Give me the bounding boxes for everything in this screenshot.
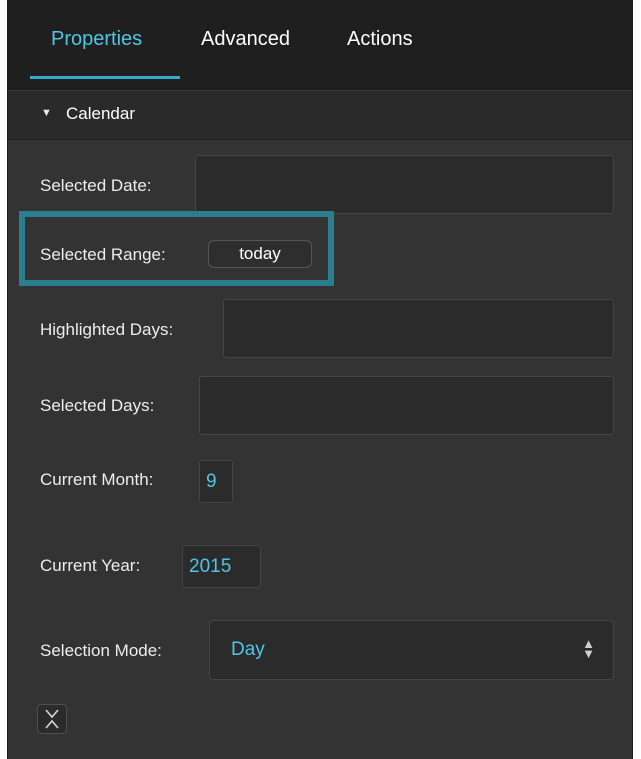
active-tab-indicator xyxy=(30,76,180,79)
collapse-icon xyxy=(45,709,59,729)
selection-mode-select[interactable]: Day ▲ ▼ xyxy=(209,620,614,680)
highlighted-days-label: Highlighted Days: xyxy=(40,320,174,339)
selected-days-input[interactable] xyxy=(199,376,614,435)
selected-date-label: Selected Date: xyxy=(40,176,152,195)
properties-panel: Properties Advanced Actions ▼ Calendar S… xyxy=(7,0,633,759)
tab-actions[interactable]: Actions xyxy=(347,28,413,51)
collapse-button[interactable] xyxy=(37,704,67,734)
calendar-section-header[interactable]: ▼ Calendar xyxy=(8,90,632,140)
selection-mode-label: Selection Mode: xyxy=(40,641,162,660)
current-year-input[interactable] xyxy=(182,545,261,588)
current-month-label: Current Month: xyxy=(40,470,154,489)
up-down-arrows-icon: ▲ ▼ xyxy=(582,636,595,661)
selected-date-input[interactable] xyxy=(195,155,614,214)
current-month-input[interactable] xyxy=(199,460,233,503)
section-title: Calendar xyxy=(66,104,135,123)
current-year-label: Current Year: xyxy=(40,556,141,575)
selected-range-value[interactable]: today xyxy=(208,240,312,268)
selected-range-label: Selected Range: xyxy=(40,245,166,264)
selection-mode-value: Day xyxy=(231,639,265,660)
triangle-down-icon: ▼ xyxy=(41,107,52,119)
selected-days-label: Selected Days: xyxy=(40,396,155,415)
highlighted-days-input[interactable] xyxy=(223,299,614,358)
tab-bar: Properties Advanced Actions xyxy=(8,0,632,90)
tab-advanced[interactable]: Advanced xyxy=(201,28,290,51)
tab-properties[interactable]: Properties xyxy=(51,28,142,51)
